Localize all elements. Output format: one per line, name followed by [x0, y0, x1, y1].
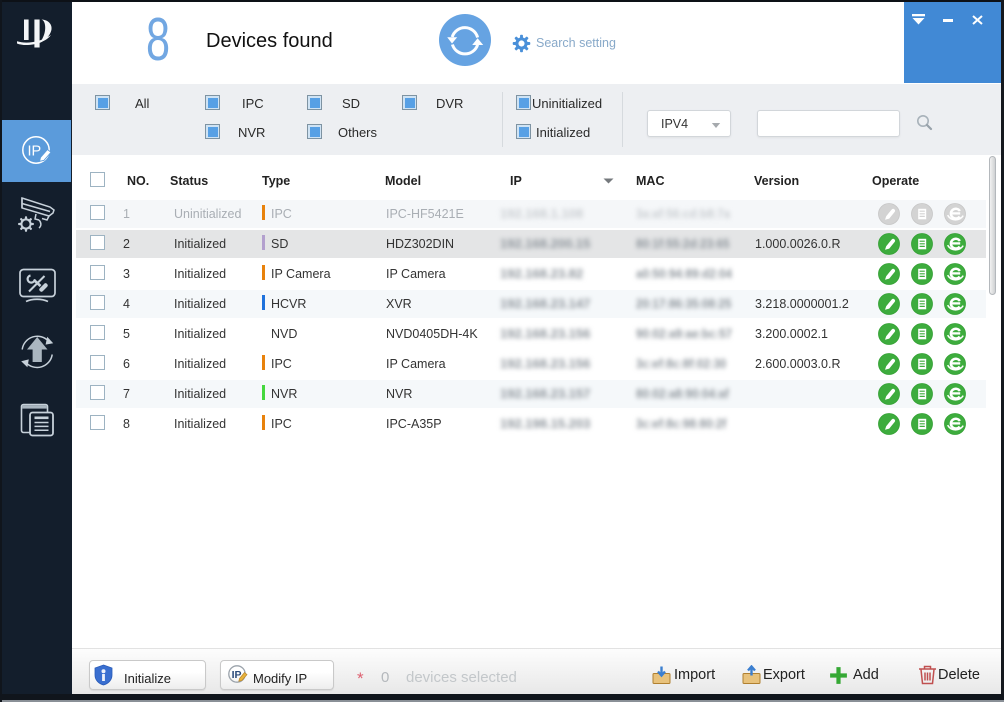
svg-text:IP: IP: [28, 144, 42, 160]
